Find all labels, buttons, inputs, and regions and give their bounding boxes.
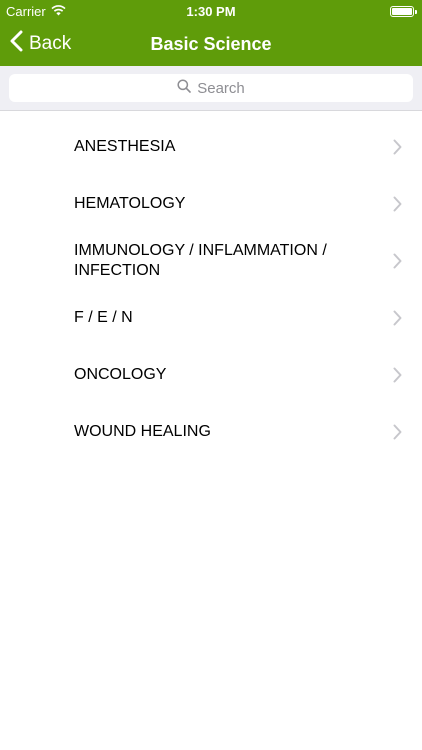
search-placeholder: Search: [197, 79, 245, 97]
page-title: Basic Science: [150, 34, 272, 54]
list-item[interactable]: WOUND HEALING: [0, 403, 422, 460]
search-bar: Search: [0, 66, 422, 111]
status-time: 1:30 PM: [186, 4, 236, 19]
chevron-right-icon: [393, 310, 402, 331]
list-item-label: ONCOLOGY: [74, 365, 167, 383]
list-item-label: F / E / N: [74, 308, 133, 326]
navigation-bar: Back Basic Science: [0, 22, 422, 66]
search-icon: [177, 79, 192, 97]
category-list: ANESTHESIA HEMATOLOGY IMMUNOLOGY / INFLA…: [0, 118, 422, 460]
chevron-right-icon: [393, 139, 402, 160]
chevron-right-icon: [393, 367, 402, 388]
list-item[interactable]: IMMUNOLOGY / INFLAMMATION / INFECTION: [0, 232, 422, 289]
status-bar: Carrier 1:30 PM: [0, 0, 422, 22]
top-bar: Carrier 1:30 PM Back Basic Science: [0, 0, 422, 66]
list-item-label: ANESTHESIA: [74, 137, 176, 155]
list-item[interactable]: ANESTHESIA: [0, 118, 422, 175]
battery-icon: [390, 6, 417, 17]
chevron-right-icon: [393, 253, 402, 274]
list-item[interactable]: HEMATOLOGY: [0, 175, 422, 232]
chevron-right-icon: [393, 196, 402, 217]
list-item[interactable]: F / E / N: [0, 289, 422, 346]
search-input[interactable]: Search: [9, 74, 413, 102]
list-item-label: HEMATOLOGY: [74, 194, 186, 212]
list-item-label: IMMUNOLOGY / INFLAMMATION / INFECTION: [74, 241, 327, 279]
list-item-label: WOUND HEALING: [74, 422, 211, 440]
chevron-right-icon: [393, 424, 402, 445]
list-item[interactable]: ONCOLOGY: [0, 346, 422, 403]
